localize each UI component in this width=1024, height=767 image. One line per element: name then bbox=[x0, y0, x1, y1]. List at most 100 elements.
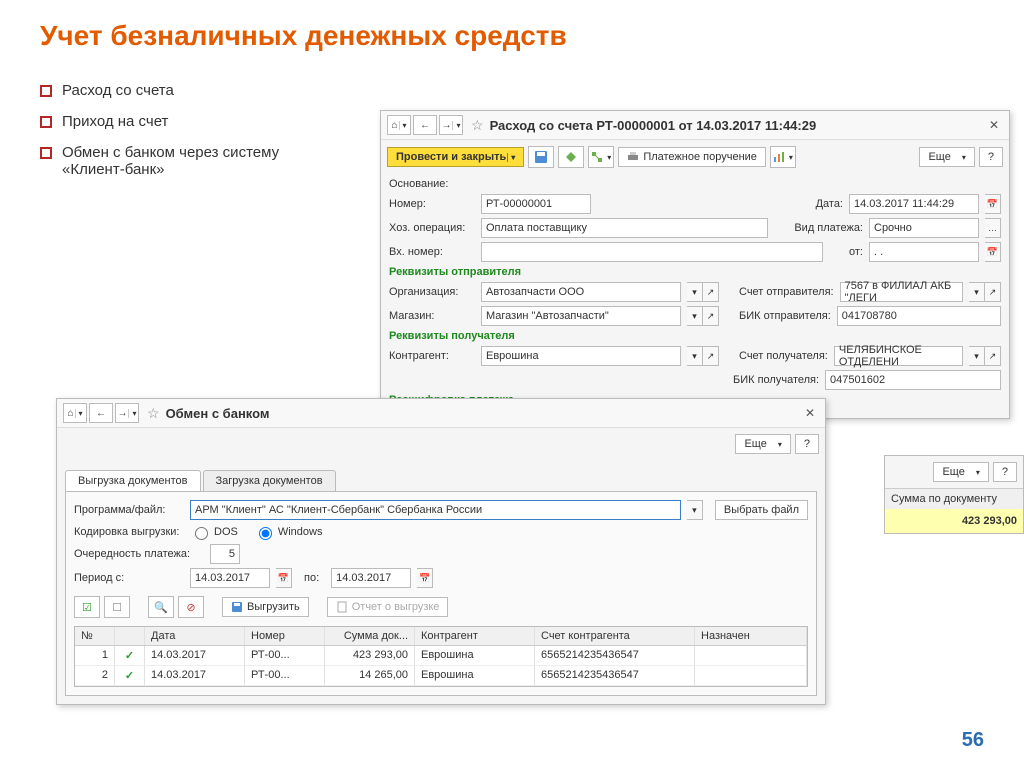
dropdown-icon[interactable]: ▾ bbox=[969, 282, 985, 302]
table-row[interactable]: 2 ✓ 14.03.2017 РТ-00... 14 265,00 Евроши… bbox=[75, 666, 807, 686]
calendar-icon[interactable]: 📅 bbox=[985, 242, 1001, 262]
col-sum[interactable]: Сумма док... bbox=[325, 627, 415, 645]
save-button[interactable] bbox=[528, 146, 554, 168]
uncheck-all-button[interactable]: ☐ bbox=[104, 596, 130, 618]
tab-export[interactable]: Выгрузка документов bbox=[65, 470, 201, 491]
col-purpose[interactable]: Назначен bbox=[695, 627, 807, 645]
operation-label: Хоз. операция: bbox=[389, 222, 475, 234]
from-input[interactable]: . . bbox=[869, 242, 979, 262]
favorite-icon[interactable]: ☆ bbox=[471, 117, 484, 134]
dropdown-icon[interactable]: ▾ bbox=[687, 500, 703, 520]
close-button[interactable]: ✕ bbox=[801, 404, 819, 422]
sender-account-input[interactable]: 7567 в ФИЛИАЛ АКБ "ЛЕГИ bbox=[840, 282, 963, 302]
forward-button[interactable]: →▾ bbox=[439, 115, 463, 135]
organization-label: Организация: bbox=[389, 286, 475, 298]
forward-button[interactable]: →▾ bbox=[115, 403, 139, 423]
sender-account-label: Счет отправителя: bbox=[739, 286, 834, 298]
documents-grid: № Дата Номер Сумма док... Контрагент Сче… bbox=[74, 626, 808, 687]
home-button[interactable]: ⌂▾ bbox=[387, 115, 411, 135]
back-button[interactable]: ← bbox=[413, 115, 437, 135]
col-date[interactable]: Дата bbox=[145, 627, 245, 645]
back-button[interactable]: ← bbox=[89, 403, 113, 423]
help-button[interactable]: ? bbox=[993, 462, 1017, 482]
save-icon bbox=[231, 601, 243, 613]
radio-dos[interactable]: DOS bbox=[190, 524, 238, 540]
receiver-bic-input[interactable]: 047501602 bbox=[825, 370, 1001, 390]
help-button[interactable]: ? bbox=[795, 434, 819, 454]
post-and-close-button[interactable]: Провести и закрыть▾ bbox=[387, 147, 524, 167]
col-contractor[interactable]: Контрагент bbox=[415, 627, 535, 645]
receiver-account-label: Счет получателя: bbox=[739, 350, 828, 362]
program-input[interactable]: АРМ "Клиент" АС "Клиент-Сбербанк" Сберба… bbox=[190, 500, 681, 520]
receiver-account-input[interactable]: ЧЕЛЯБИНСКОЕ ОТДЕЛЕНИ bbox=[834, 346, 963, 366]
report-button[interactable]: ▾ bbox=[770, 146, 796, 168]
more-button[interactable]: Еще▾ bbox=[919, 147, 974, 167]
window-exchange: ⌂▾ ← →▾ ☆ Обмен с банком ✕ Еще▾ ? Выгруз… bbox=[56, 398, 826, 705]
bullet-icon bbox=[40, 147, 52, 159]
related-button[interactable]: ▾ bbox=[588, 146, 614, 168]
open-icon[interactable]: ↗ bbox=[703, 282, 719, 302]
store-label: Магазин: bbox=[389, 310, 475, 322]
calendar-icon[interactable]: 📅 bbox=[417, 568, 433, 588]
form-body: Основание: Номер: РТ-00000001 Дата: 14.0… bbox=[381, 174, 1009, 418]
find-button[interactable]: 🔍 bbox=[148, 596, 174, 618]
col-account[interactable]: Счет контрагента bbox=[535, 627, 695, 645]
date-input[interactable]: 14.03.2017 11:44:29 bbox=[849, 194, 979, 214]
select-icon[interactable]: … bbox=[985, 218, 1001, 238]
dropdown-icon[interactable]: ▾ bbox=[687, 282, 703, 302]
dropdown-icon[interactable]: ▾ bbox=[687, 306, 703, 326]
dropdown-icon[interactable]: ▾ bbox=[969, 346, 985, 366]
priority-label: Очередность платежа: bbox=[74, 548, 204, 560]
calendar-icon[interactable]: 📅 bbox=[276, 568, 292, 588]
tabs: Выгрузка документов Загрузка документов bbox=[65, 470, 817, 492]
col-num[interactable]: № bbox=[75, 627, 115, 645]
calendar-icon[interactable]: 📅 bbox=[985, 194, 1001, 214]
col-number[interactable]: Номер bbox=[245, 627, 325, 645]
ext-number-label: Вх. номер: bbox=[389, 246, 475, 258]
sender-bic-input[interactable]: 041708780 bbox=[837, 306, 1001, 326]
store-input[interactable]: Магазин "Автозапчасти" bbox=[481, 306, 681, 326]
check-icon[interactable]: ✓ bbox=[115, 646, 145, 665]
post-button[interactable] bbox=[558, 146, 584, 168]
window-title: Расход со счета РТ-00000001 от 14.03.201… bbox=[490, 118, 817, 133]
open-icon[interactable]: ↗ bbox=[985, 346, 1001, 366]
ext-number-input[interactable] bbox=[481, 242, 823, 262]
check-icon[interactable]: ✓ bbox=[115, 666, 145, 685]
encoding-label: Кодировка выгрузки: bbox=[74, 526, 184, 538]
export-button[interactable]: Выгрузить bbox=[222, 597, 309, 617]
open-icon[interactable]: ↗ bbox=[703, 346, 719, 366]
clear-find-button[interactable]: ⊘ bbox=[178, 596, 204, 618]
more-button[interactable]: Еще▾ bbox=[735, 434, 790, 454]
radio-windows[interactable]: Windows bbox=[254, 524, 323, 540]
contractor-input[interactable]: Еврошина bbox=[481, 346, 681, 366]
organization-input[interactable]: Автозапчасти ООО bbox=[481, 282, 681, 302]
favorite-icon[interactable]: ☆ bbox=[147, 405, 160, 422]
report-button[interactable]: Отчет о выгрузке bbox=[327, 597, 449, 617]
open-icon[interactable]: ↗ bbox=[703, 306, 719, 326]
close-button[interactable]: ✕ bbox=[985, 116, 1003, 134]
help-button[interactable]: ? bbox=[979, 147, 1003, 167]
period-from-input[interactable]: 14.03.2017 bbox=[190, 568, 270, 588]
from-label: от: bbox=[849, 246, 863, 258]
home-button[interactable]: ⌂▾ bbox=[63, 403, 87, 423]
date-label: Дата: bbox=[816, 198, 843, 210]
sender-bic-label: БИК отправителя: bbox=[739, 310, 831, 322]
period-to-input[interactable]: 14.03.2017 bbox=[331, 568, 411, 588]
bullet-text: Расход со счета bbox=[62, 82, 174, 99]
receiver-bic-label: БИК получателя: bbox=[733, 374, 819, 386]
col-check[interactable] bbox=[115, 627, 145, 645]
priority-input[interactable]: 5 bbox=[210, 544, 240, 564]
payment-type-input[interactable]: Срочно bbox=[869, 218, 979, 238]
choose-file-button[interactable]: Выбрать файл bbox=[715, 500, 808, 520]
open-icon[interactable]: ↗ bbox=[985, 282, 1001, 302]
bullet-icon bbox=[40, 116, 52, 128]
tab-import[interactable]: Загрузка документов bbox=[203, 470, 336, 491]
check-all-button[interactable]: ☑ bbox=[74, 596, 100, 618]
table-row[interactable]: 1 ✓ 14.03.2017 РТ-00... 423 293,00 Еврош… bbox=[75, 646, 807, 666]
payment-order-button[interactable]: Платежное поручение bbox=[618, 147, 766, 167]
operation-input[interactable]: Оплата поставщику bbox=[481, 218, 768, 238]
dropdown-icon[interactable]: ▾ bbox=[687, 346, 703, 366]
more-button[interactable]: Еще▾ bbox=[933, 462, 988, 482]
number-input[interactable]: РТ-00000001 bbox=[481, 194, 591, 214]
title-bar: ⌂▾ ← →▾ ☆ Обмен с банком ✕ bbox=[57, 399, 825, 428]
